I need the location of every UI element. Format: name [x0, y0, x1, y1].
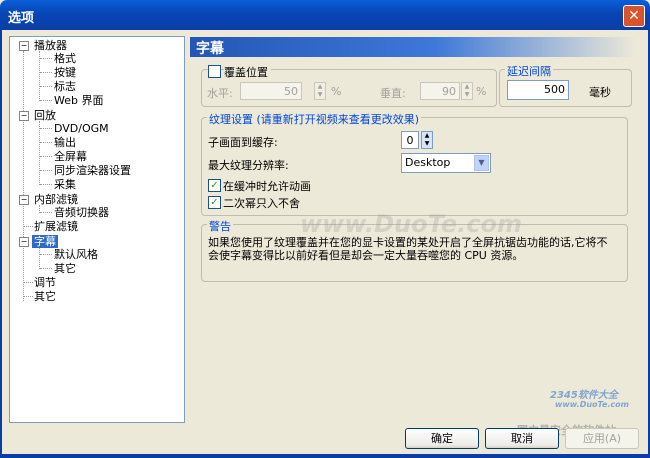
horizontal-spinner[interactable]: ▲ ▼	[314, 82, 326, 100]
horizontal-unit: %	[331, 85, 342, 98]
max-resolution-select[interactable]: Desktop ▼	[401, 153, 491, 173]
tree-item-tweaks[interactable]: 调节	[34, 276, 56, 289]
watermark-url: www.DuoTe.com	[555, 400, 629, 409]
delay-input[interactable]: 500	[507, 80, 569, 100]
max-resolution-label: 最大纹理分辨率:	[208, 159, 289, 172]
watermark: www.DuoTe.com	[300, 210, 522, 238]
delay-unit: 毫秒	[589, 86, 611, 99]
title-bar: 选项 ✕	[0, 0, 650, 30]
vertical-unit: %	[476, 85, 487, 98]
tree-item-external-filters[interactable]: 扩展滤镜	[34, 220, 78, 233]
vertical-spinner[interactable]: ▲ ▼	[461, 82, 473, 100]
tree-item-keys[interactable]: 按键	[54, 66, 76, 79]
panel-title: 字幕	[196, 41, 224, 57]
horizontal-input[interactable]: 50	[240, 82, 302, 100]
collapse-icon[interactable]: −	[19, 195, 29, 205]
max-resolution-value: Desktop	[405, 156, 451, 169]
warning-group-label: 警告	[207, 218, 233, 234]
tree-item-fullscreen[interactable]: 全屏幕	[54, 150, 87, 163]
tree-item-subtitles[interactable]: 字幕	[32, 235, 58, 248]
allow-animation-checkbox[interactable]: ✓	[208, 179, 221, 192]
buffer-spinner[interactable]: ▲ ▼	[421, 131, 433, 149]
tree-item-dvd-ogm[interactable]: DVD/OGM	[54, 122, 109, 135]
texture-group-label: 纹理设置 (请重新打开视频来查看更改效果)	[207, 111, 422, 127]
tree-item-formats[interactable]: 格式	[54, 52, 76, 65]
tree-item-default-style[interactable]: 默认风格	[54, 248, 98, 261]
buffer-label: 子画面到缓存:	[208, 136, 278, 149]
tree-item-subtitle-misc[interactable]: 其它	[54, 262, 76, 275]
vertical-input[interactable]: 90	[420, 82, 460, 100]
tree-item-output[interactable]: 输出	[54, 136, 76, 149]
delay-group-label: 延迟间隔	[505, 63, 553, 79]
tree-item-web-interface[interactable]: Web 界面	[54, 94, 103, 107]
override-position-label: 覆盖位置	[224, 64, 271, 80]
tree-item-misc[interactable]: 其它	[34, 290, 56, 303]
allow-animation-label: 在缓冲时允许动画	[223, 180, 311, 193]
collapse-icon[interactable]: −	[19, 41, 29, 51]
tree-item-capture[interactable]: 采集	[54, 178, 76, 191]
apply-button[interactable]: 应用(A)	[565, 428, 639, 449]
tree-item-sync-renderer[interactable]: 同步渲染器设置	[54, 164, 131, 177]
tree-item-logo[interactable]: 标志	[54, 80, 76, 93]
tree-item-playback[interactable]: 回放	[34, 109, 56, 122]
power-of-two-label: 二次幂只入不舍	[223, 197, 300, 210]
cancel-button[interactable]: 取消	[485, 428, 559, 449]
vertical-label: 垂直:	[380, 87, 406, 100]
power-of-two-checkbox[interactable]: ✓	[208, 196, 221, 209]
close-button[interactable]: ✕	[623, 5, 645, 27]
options-tree[interactable]: − 播放器 格式 按键 标志 Web 界面 − 回放 DVD/OGM 输出 全屏…	[9, 36, 185, 423]
collapse-icon[interactable]: −	[19, 111, 29, 121]
panel-header: 字幕	[190, 37, 636, 57]
buffer-input[interactable]: 0	[401, 131, 419, 149]
window-title: 选项	[8, 11, 35, 26]
tree-item-player[interactable]: 播放器	[34, 39, 67, 52]
watermark-brand: 2345软件大全	[550, 390, 618, 401]
ok-button[interactable]: 确定	[405, 428, 479, 449]
tree-item-internal-filters[interactable]: 内部滤镜	[34, 193, 78, 206]
horizontal-label: 水平:	[207, 87, 233, 100]
override-position-checkbox[interactable]	[208, 65, 221, 78]
collapse-icon[interactable]: −	[19, 237, 29, 247]
tree-item-audio-switcher[interactable]: 音频切换器	[54, 206, 109, 219]
warning-text: 如果您使用了纹理覆盖并在您的显卡设置的某处开启了全屏抗锯齿功能的话,它将不会使字…	[208, 236, 608, 262]
chevron-down-icon: ▼	[474, 155, 489, 171]
